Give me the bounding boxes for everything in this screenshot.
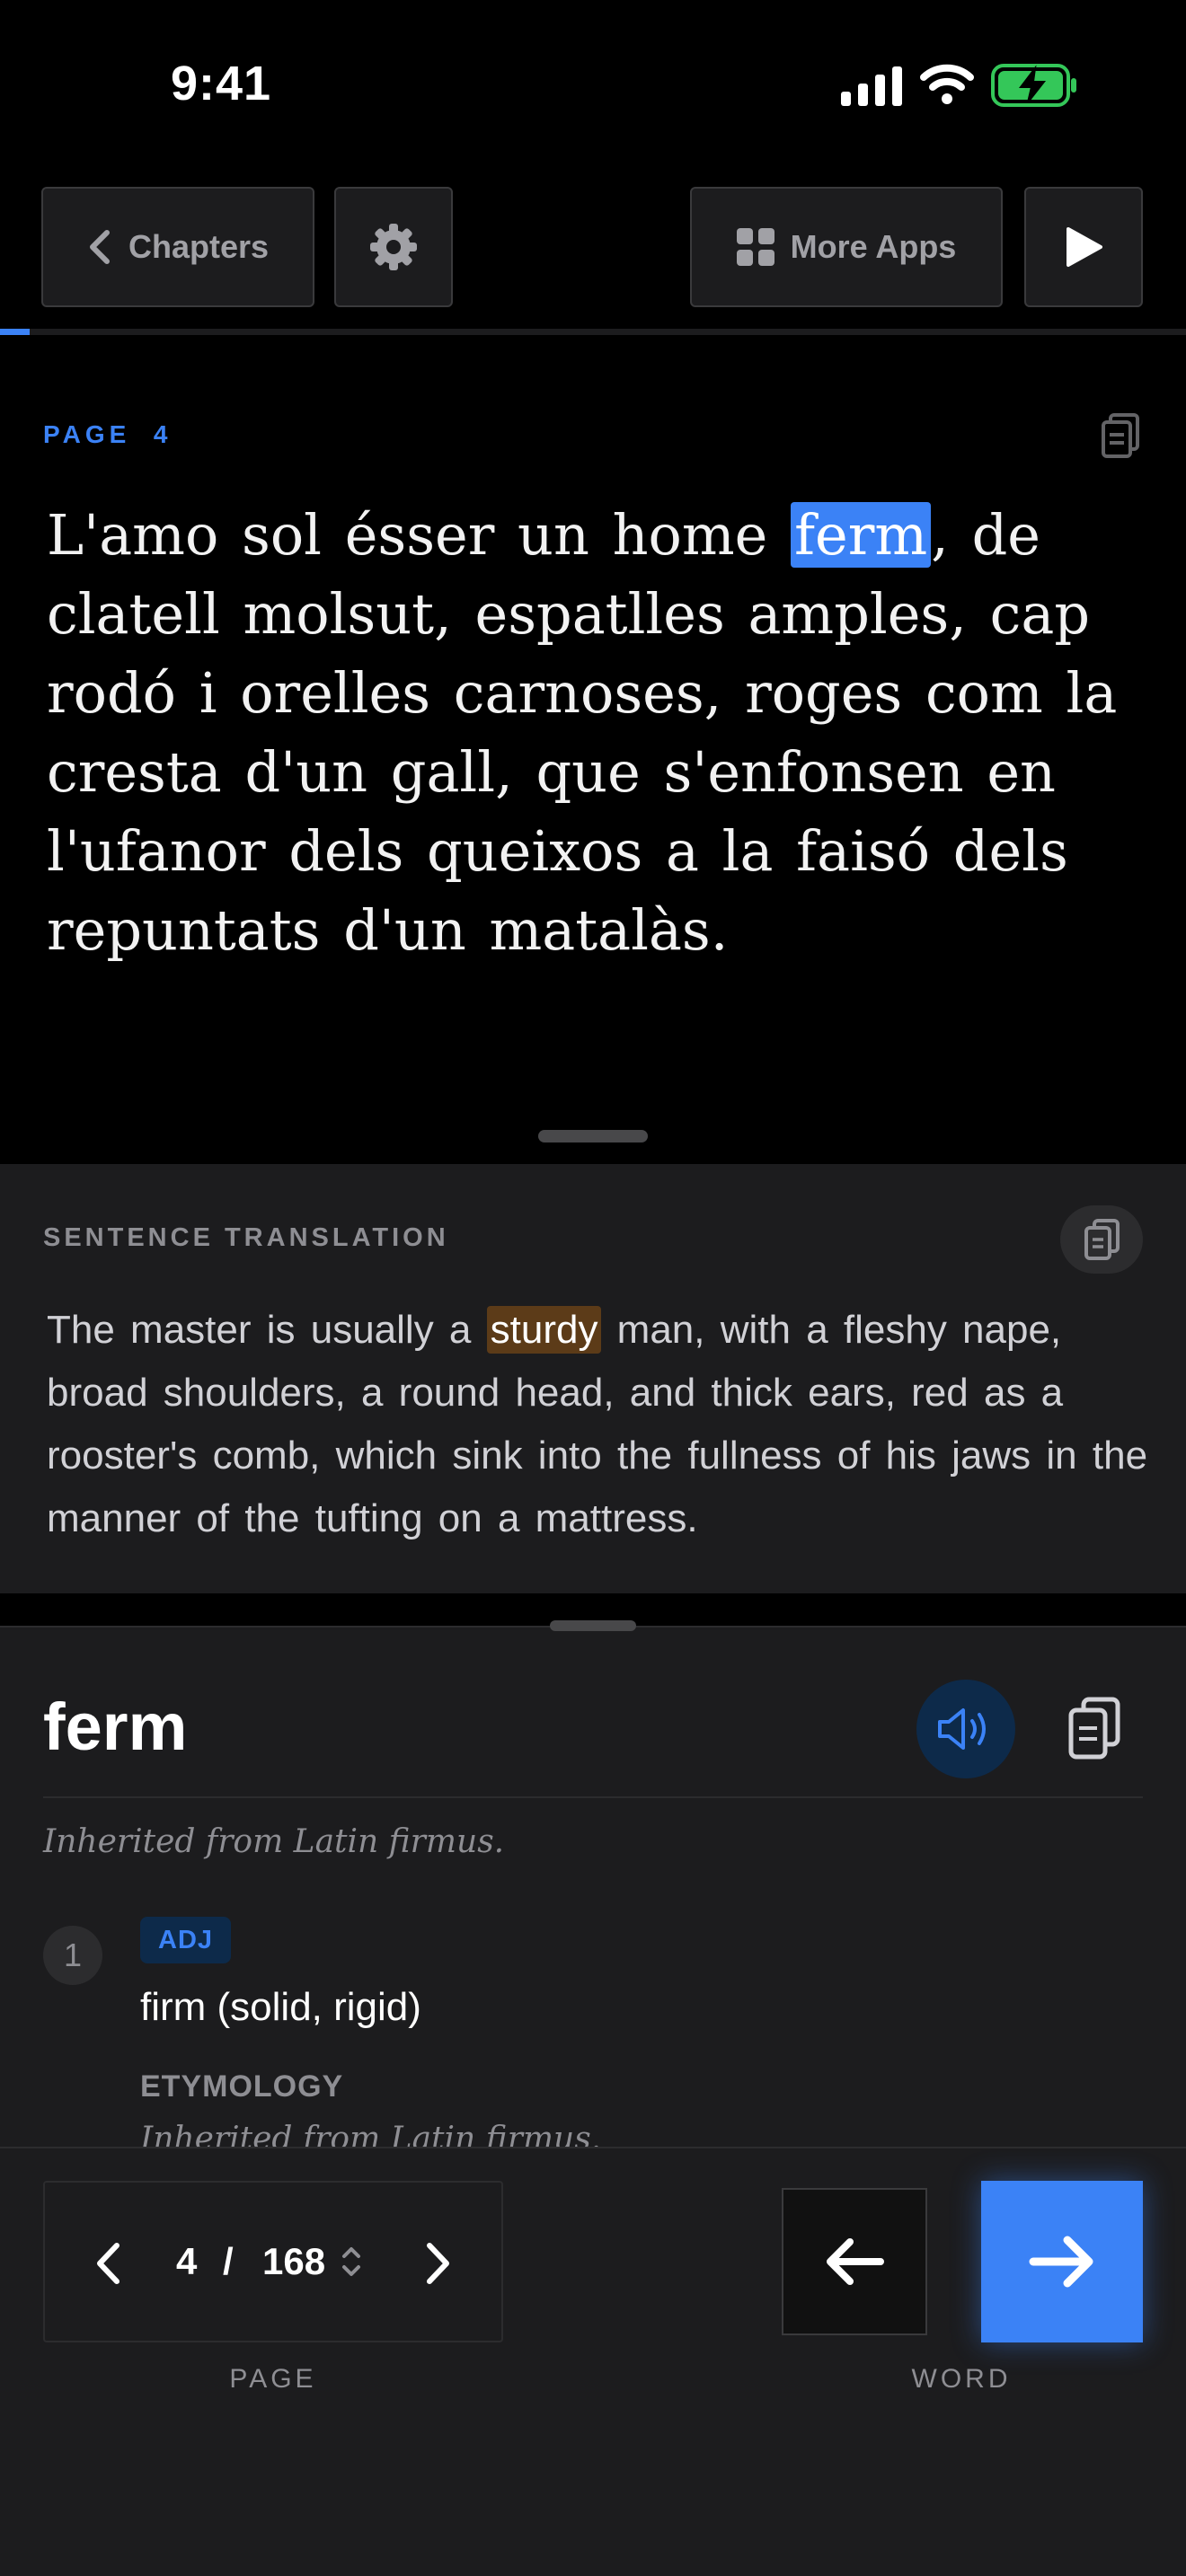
chevron-left-icon (89, 230, 110, 264)
next-word-button[interactable] (981, 2181, 1143, 2342)
translation-title: SENTENCE TRANSLATION (43, 1223, 449, 1252)
pronounce-button[interactable] (916, 1680, 1015, 1778)
page-caption: PAGE (229, 2364, 317, 2394)
chevron-left-icon (97, 2243, 119, 2284)
speaker-icon (938, 1708, 986, 1750)
gear-icon (370, 224, 417, 270)
chevron-up-down-icon[interactable] (338, 2242, 365, 2281)
word-caption: WORD (911, 2364, 1012, 2394)
cellular-signal-icon (841, 65, 902, 106)
copy-page-icon[interactable] (1098, 411, 1143, 460)
more-apps-label: More Apps (790, 228, 957, 265)
page-label: PAGE 4 (43, 420, 173, 448)
etymology-text: Inherited from Latin firmus. (140, 2123, 602, 2148)
arrow-left-icon (827, 2238, 884, 2285)
previous-word-button[interactable] (782, 2188, 927, 2335)
etymology-label: ETYMOLOGY (140, 2069, 344, 2104)
passage-text: L'amo sol ésser un home ferm, de clatell… (47, 496, 1143, 970)
sense-number: 1 (43, 1926, 102, 1985)
dictionary-separator (43, 1796, 1143, 1798)
translated-word: sturdy (486, 1306, 602, 1354)
part-of-speech-badge: ADJ (140, 1917, 232, 1963)
chapters-button[interactable]: Chapters (41, 187, 314, 307)
next-page-button[interactable] (412, 2228, 465, 2299)
passage-before: L'amo sol ésser un home (47, 502, 792, 568)
sheet-grabber[interactable] (550, 1620, 636, 1631)
status-time: 9:41 (171, 57, 272, 110)
selected-word[interactable]: ferm (791, 502, 932, 568)
more-apps-button[interactable]: More Apps (690, 187, 1003, 307)
grid-icon (736, 228, 774, 266)
word-origin: Inherited from Latin firmus. (43, 1823, 505, 1860)
reading-progress-fill (0, 329, 30, 335)
chapters-label: Chapters (128, 228, 270, 265)
battery-charging-icon (991, 64, 1076, 107)
translation-text: The master is usually a sturdy man, with… (47, 1299, 1148, 1572)
sense-definition: firm (solid, rigid) (140, 1985, 421, 2029)
copy-icon (1084, 1219, 1120, 1260)
reading-progress-track (0, 329, 1186, 335)
copy-translation-button[interactable] (1060, 1205, 1143, 1274)
page-separator: / (223, 2240, 234, 2282)
arrow-right-icon (1029, 2236, 1093, 2288)
dictionary-word: ferm (43, 1689, 188, 1764)
play-button[interactable] (1024, 187, 1143, 307)
copy-word-icon[interactable] (1066, 1696, 1121, 1760)
total-pages: 168 (262, 2240, 326, 2282)
settings-button[interactable] (334, 187, 453, 307)
translation-before: The master is usually a (47, 1308, 487, 1352)
play-icon (1067, 227, 1102, 267)
current-page[interactable]: 4 (176, 2240, 197, 2283)
chevron-right-icon (427, 2243, 449, 2284)
wifi-icon (920, 64, 974, 104)
previous-page-button[interactable] (81, 2228, 135, 2299)
passage-after: , de clatell molsut, espatlles amples, c… (47, 502, 1118, 963)
panel-resize-handle[interactable] (538, 1130, 648, 1142)
